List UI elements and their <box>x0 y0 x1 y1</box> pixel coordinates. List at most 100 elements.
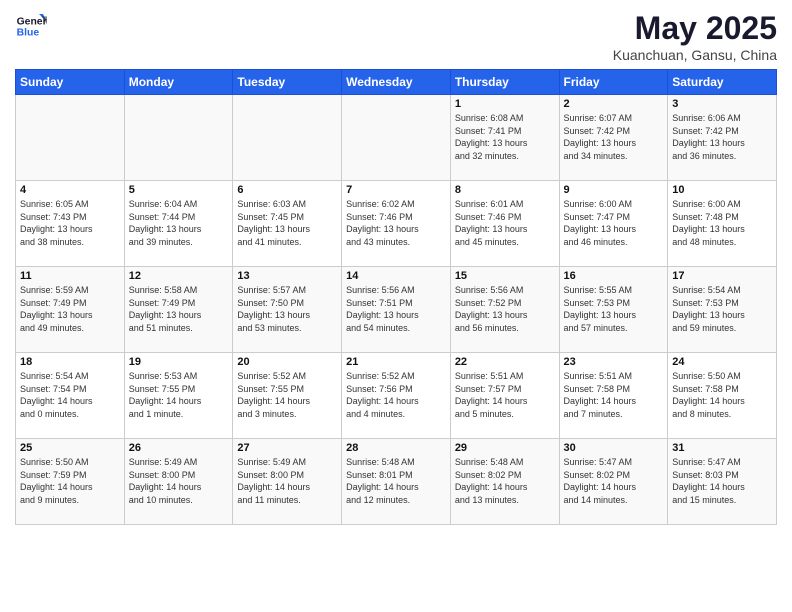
day-number: 3 <box>672 98 772 110</box>
calendar-cell: 3 Sunrise: 6:06 AM Sunset: 7:42 PM Daylig… <box>668 95 777 181</box>
day-number: 12 <box>129 270 229 282</box>
calendar-cell: 4 Sunrise: 6:05 AM Sunset: 7:43 PM Daylig… <box>16 181 125 267</box>
calendar-cell: 1 Sunrise: 6:08 AM Sunset: 7:41 PM Daylig… <box>450 95 559 181</box>
day-number: 22 <box>455 356 555 368</box>
day-info: Sunrise: 5:58 AM Sunset: 7:49 PM Dayligh… <box>129 284 229 334</box>
week-row-5: 25Sunrise: 5:50 AM Sunset: 7:59 PM Dayli… <box>16 439 777 525</box>
calendar-cell: 29 Sunrise: 5:48 AM Sunset: 8:02 PM Dayli… <box>450 439 559 525</box>
calendar-cell: 8Sunrise: 6:01 AM Sunset: 7:46 PM Daylig… <box>450 181 559 267</box>
day-number: 19 <box>129 356 229 368</box>
day-number: 31 <box>672 442 772 454</box>
day-info: Sunrise: 5:49 AM Sunset: 8:00 PM Dayligh… <box>129 456 229 506</box>
day-number: 17 <box>672 270 772 282</box>
calendar-cell <box>124 95 233 181</box>
day-number: 25 <box>20 442 120 454</box>
calendar-cell: 31Sunrise: 5:47 AM Sunset: 8:03 PM Dayli… <box>668 439 777 525</box>
day-number: 13 <box>237 270 337 282</box>
day-number: 23 <box>564 356 664 368</box>
calendar-cell: 21Sunrise: 5:52 AM Sunset: 7:56 PM Dayli… <box>342 353 451 439</box>
calendar-cell: 7 Sunrise: 6:02 AM Sunset: 7:46 PM Daylig… <box>342 181 451 267</box>
day-info: Sunrise: 5:52 AM Sunset: 7:55 PM Dayligh… <box>237 370 337 420</box>
calendar-cell: 12 Sunrise: 5:58 AM Sunset: 7:49 PM Dayli… <box>124 267 233 353</box>
day-number: 6 <box>237 184 337 196</box>
day-info: Sunrise: 5:55 AM Sunset: 7:53 PM Dayligh… <box>564 284 664 334</box>
header-cell-thursday: Thursday <box>450 70 559 95</box>
calendar-cell: 2Sunrise: 6:07 AM Sunset: 7:42 PM Daylig… <box>559 95 668 181</box>
page-container: General Blue May 2025 Kuanchuan, Gansu, … <box>0 0 792 612</box>
logo: General Blue <box>15 10 47 42</box>
calendar-cell: 17 Sunrise: 5:54 AM Sunset: 7:53 PM Dayli… <box>668 267 777 353</box>
calendar-cell: 30Sunrise: 5:47 AM Sunset: 8:02 PM Dayli… <box>559 439 668 525</box>
day-info: Sunrise: 5:51 AM Sunset: 7:57 PM Dayligh… <box>455 370 555 420</box>
day-number: 29 <box>455 442 555 454</box>
calendar-body: 1 Sunrise: 6:08 AM Sunset: 7:41 PM Daylig… <box>16 95 777 525</box>
calendar-cell: 20Sunrise: 5:52 AM Sunset: 7:55 PM Dayli… <box>233 353 342 439</box>
calendar-subtitle: Kuanchuan, Gansu, China <box>613 47 777 63</box>
day-info: Sunrise: 5:57 AM Sunset: 7:50 PM Dayligh… <box>237 284 337 334</box>
day-number: 10 <box>672 184 772 196</box>
calendar-header: SundayMondayTuesdayWednesdayThursdayFrid… <box>16 70 777 95</box>
page-header: General Blue May 2025 Kuanchuan, Gansu, … <box>15 10 777 63</box>
calendar-cell: 11Sunrise: 5:59 AM Sunset: 7:49 PM Dayli… <box>16 267 125 353</box>
calendar-cell: 9Sunrise: 6:00 AM Sunset: 7:47 PM Daylig… <box>559 181 668 267</box>
logo-icon: General Blue <box>15 10 47 42</box>
header-cell-monday: Monday <box>124 70 233 95</box>
day-info: Sunrise: 5:48 AM Sunset: 8:01 PM Dayligh… <box>346 456 446 506</box>
header-cell-tuesday: Tuesday <box>233 70 342 95</box>
calendar-cell: 25Sunrise: 5:50 AM Sunset: 7:59 PM Dayli… <box>16 439 125 525</box>
calendar-cell: 27 Sunrise: 5:49 AM Sunset: 8:00 PM Dayli… <box>233 439 342 525</box>
header-cell-sunday: Sunday <box>16 70 125 95</box>
day-number: 7 <box>346 184 446 196</box>
day-info: Sunrise: 5:56 AM Sunset: 7:51 PM Dayligh… <box>346 284 446 334</box>
day-number: 15 <box>455 270 555 282</box>
day-number: 21 <box>346 356 446 368</box>
day-info: Sunrise: 6:08 AM Sunset: 7:41 PM Dayligh… <box>455 112 555 162</box>
calendar-cell: 28Sunrise: 5:48 AM Sunset: 8:01 PM Dayli… <box>342 439 451 525</box>
day-number: 4 <box>20 184 120 196</box>
day-info: Sunrise: 5:54 AM Sunset: 7:54 PM Dayligh… <box>20 370 120 420</box>
day-number: 9 <box>564 184 664 196</box>
header-row: SundayMondayTuesdayWednesdayThursdayFrid… <box>16 70 777 95</box>
calendar-cell: 19Sunrise: 5:53 AM Sunset: 7:55 PM Dayli… <box>124 353 233 439</box>
calendar-cell: 14Sunrise: 5:56 AM Sunset: 7:51 PM Dayli… <box>342 267 451 353</box>
calendar-cell: 24Sunrise: 5:50 AM Sunset: 7:58 PM Dayli… <box>668 353 777 439</box>
week-row-3: 11Sunrise: 5:59 AM Sunset: 7:49 PM Dayli… <box>16 267 777 353</box>
day-number: 18 <box>20 356 120 368</box>
calendar-cell <box>233 95 342 181</box>
calendar-cell: 23Sunrise: 5:51 AM Sunset: 7:58 PM Dayli… <box>559 353 668 439</box>
day-info: Sunrise: 6:06 AM Sunset: 7:42 PM Dayligh… <box>672 112 772 162</box>
day-info: Sunrise: 6:02 AM Sunset: 7:46 PM Dayligh… <box>346 198 446 248</box>
calendar-cell: 22 Sunrise: 5:51 AM Sunset: 7:57 PM Dayli… <box>450 353 559 439</box>
week-row-4: 18 Sunrise: 5:54 AM Sunset: 7:54 PM Dayli… <box>16 353 777 439</box>
calendar-title: May 2025 <box>613 10 777 47</box>
day-info: Sunrise: 6:03 AM Sunset: 7:45 PM Dayligh… <box>237 198 337 248</box>
day-info: Sunrise: 5:54 AM Sunset: 7:53 PM Dayligh… <box>672 284 772 334</box>
header-cell-saturday: Saturday <box>668 70 777 95</box>
day-number: 16 <box>564 270 664 282</box>
calendar-cell: 15 Sunrise: 5:56 AM Sunset: 7:52 PM Dayli… <box>450 267 559 353</box>
calendar-cell: 10Sunrise: 6:00 AM Sunset: 7:48 PM Dayli… <box>668 181 777 267</box>
day-info: Sunrise: 6:01 AM Sunset: 7:46 PM Dayligh… <box>455 198 555 248</box>
week-row-2: 4 Sunrise: 6:05 AM Sunset: 7:43 PM Daylig… <box>16 181 777 267</box>
calendar-table: SundayMondayTuesdayWednesdayThursdayFrid… <box>15 69 777 525</box>
calendar-cell: 26 Sunrise: 5:49 AM Sunset: 8:00 PM Dayli… <box>124 439 233 525</box>
day-number: 11 <box>20 270 120 282</box>
day-number: 26 <box>129 442 229 454</box>
day-info: Sunrise: 5:49 AM Sunset: 8:00 PM Dayligh… <box>237 456 337 506</box>
calendar-cell: 5Sunrise: 6:04 AM Sunset: 7:44 PM Daylig… <box>124 181 233 267</box>
calendar-cell: 18 Sunrise: 5:54 AM Sunset: 7:54 PM Dayli… <box>16 353 125 439</box>
day-info: Sunrise: 6:05 AM Sunset: 7:43 PM Dayligh… <box>20 198 120 248</box>
title-section: May 2025 Kuanchuan, Gansu, China <box>613 10 777 63</box>
calendar-cell: 16 Sunrise: 5:55 AM Sunset: 7:53 PM Dayli… <box>559 267 668 353</box>
day-info: Sunrise: 5:50 AM Sunset: 7:58 PM Dayligh… <box>672 370 772 420</box>
day-info: Sunrise: 5:56 AM Sunset: 7:52 PM Dayligh… <box>455 284 555 334</box>
header-cell-wednesday: Wednesday <box>342 70 451 95</box>
day-info: Sunrise: 6:07 AM Sunset: 7:42 PM Dayligh… <box>564 112 664 162</box>
calendar-cell: 6 Sunrise: 6:03 AM Sunset: 7:45 PM Daylig… <box>233 181 342 267</box>
day-number: 27 <box>237 442 337 454</box>
day-info: Sunrise: 5:48 AM Sunset: 8:02 PM Dayligh… <box>455 456 555 506</box>
day-number: 1 <box>455 98 555 110</box>
week-row-1: 1 Sunrise: 6:08 AM Sunset: 7:41 PM Daylig… <box>16 95 777 181</box>
day-number: 5 <box>129 184 229 196</box>
svg-text:Blue: Blue <box>17 28 40 39</box>
